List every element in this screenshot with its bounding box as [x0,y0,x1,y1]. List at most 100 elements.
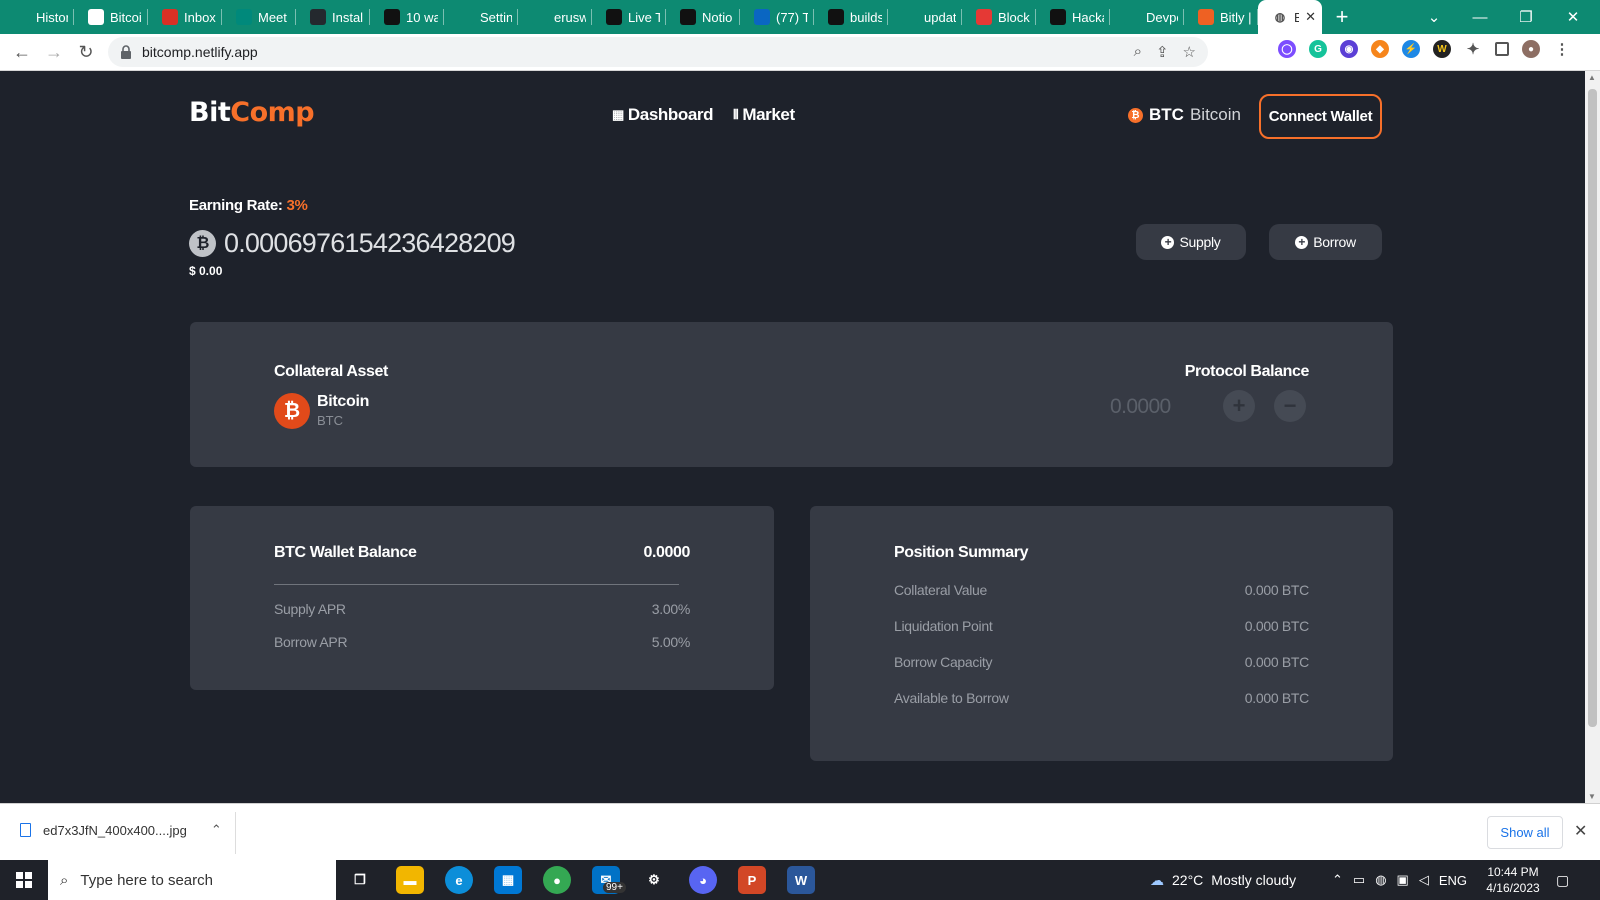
volume-icon[interactable]: ◁ [1419,872,1429,888]
supply-button[interactable]: + Supply [1136,224,1246,260]
collateral-value-label: Collateral Value [894,582,987,598]
devfolio-icon [828,9,844,25]
page-scrollbar[interactable]: ▲ ▼ [1585,71,1600,803]
avatar[interactable]: ● [1522,40,1540,58]
grammarly-icon[interactable]: G [1309,40,1327,58]
coin-selector[interactable]: ₿ BTC Bitcoin [1128,105,1241,125]
close-tab-icon[interactable]: ✕ [1305,9,1316,25]
increase-button[interactable]: + [1223,390,1255,422]
tab-10[interactable]: (77) Tc [740,0,814,34]
notification-icon[interactable]: ▢ [1556,860,1569,900]
chevron-up-icon[interactable]: ⌃ [1332,872,1343,888]
tab-3[interactable]: Meet [222,0,296,34]
download-item[interactable]: ed7x3JfN_400x400....jpg ⌃ [20,822,222,838]
lock-icon[interactable] [120,45,132,59]
decrease-button[interactable]: − [1274,390,1306,422]
tab-2[interactable]: Inbox [148,0,222,34]
tab-15[interactable]: Devpo [1110,0,1184,34]
powerpoint-icon[interactable]: P [738,866,766,894]
tab-13[interactable]: Block! [962,0,1036,34]
tab-7[interactable]: erusw [518,0,592,34]
tab-search-icon[interactable]: ⌄ [1411,0,1457,34]
windows-icon [16,872,32,888]
borrow-button[interactable]: + Borrow [1269,224,1382,260]
scroll-up-icon[interactable]: ▲ [1588,73,1596,82]
bookmark-star-icon[interactable]: ☆ [1183,43,1196,61]
connect-wallet-button[interactable]: Connect Wallet [1259,94,1382,139]
nav-dashboard[interactable]: ▦ Dashboard [612,105,713,125]
tab-4[interactable]: Install [296,0,370,34]
tab-12[interactable]: updat [888,0,962,34]
tab-9[interactable]: Notio [666,0,740,34]
extension-3-icon[interactable]: ◉ [1340,40,1358,58]
show-all-button[interactable]: Show all [1487,816,1563,849]
network-icon[interactable]: ◍ [1375,872,1386,888]
address-bar[interactable]: bitcomp.netlify.app ⌕ ⇪ ☆ [108,37,1208,67]
chevron-up-icon[interactable]: ⌃ [211,822,222,838]
tab-8[interactable]: Live T [592,0,666,34]
task-view-icon[interactable]: ❒ [346,866,374,894]
puzzle-icon[interactable]: ✦ [1464,40,1482,58]
tab-title: Bitcoi [110,9,142,25]
minimize-icon[interactable]: — [1457,0,1503,34]
liquidation-point-value: 0.000 BTC [1244,618,1310,634]
tab-6[interactable]: Settin [444,0,518,34]
document-icon [88,9,104,25]
close-window-icon[interactable]: ✕ [1550,0,1596,34]
forward-icon[interactable]: → [38,36,70,68]
new-tab-button[interactable]: + [1322,4,1362,30]
liquidation-point-label: Liquidation Point [894,618,993,634]
restore-icon[interactable]: ❐ [1503,0,1549,34]
download-file-name: ed7x3JfN_400x400....jpg [43,822,187,838]
tab-0[interactable]: Histor [0,0,74,34]
notion-icon [1050,9,1066,25]
scroll-down-icon[interactable]: ▼ [1588,792,1596,801]
weather-widget[interactable]: ☁ 22°C Mostly cloudy [1150,860,1296,900]
tab-11[interactable]: builds [814,0,888,34]
extension-5-icon[interactable]: ⚡ [1402,40,1420,58]
search-placeholder: Type here to search [80,871,213,889]
extension-1-icon[interactable]: ◯ [1278,40,1296,58]
metamask-icon[interactable]: ◆ [1371,40,1389,58]
asset-symbol: BTC [317,413,343,428]
tab-14[interactable]: Hacka [1036,0,1110,34]
start-button[interactable] [0,860,48,900]
earning-rate-value: 3% [286,197,308,214]
wallet-balance-heading: BTC Wallet Balance [274,544,417,561]
nav-market[interactable]: ⦀ Market [733,105,795,125]
side-panel-icon[interactable] [1495,42,1509,56]
taskbar-search[interactable]: ⌕ Type here to search [48,860,336,900]
divider [235,812,236,854]
menu-icon[interactable]: ⋮ [1553,40,1571,58]
display-icon[interactable]: ▣ [1397,872,1409,888]
bitcoin-icon: ₿ [274,393,310,429]
edge-icon[interactable]: e [445,866,473,894]
scrollbar-thumb[interactable] [1588,89,1597,727]
close-icon[interactable]: ✕ [1574,821,1587,841]
store-icon[interactable]: ▦ [494,866,522,894]
back-icon[interactable]: ← [6,36,38,68]
coin-name: Bitcoin [1189,105,1241,124]
clock-date: 4/16/2023 [1486,881,1540,895]
zoom-icon[interactable]: ⌕ [1134,43,1142,61]
tab-title: erusw [554,9,586,25]
chrome-icon[interactable]: ● [543,866,571,894]
clock[interactable]: 10:44 PM 4/16/2023 [1480,864,1546,896]
extension-6-icon[interactable]: W [1433,40,1451,58]
language-indicator[interactable]: ENG [1439,873,1467,888]
balance-display: ₿ 0.0006976154236428209 [189,228,516,259]
settings-icon[interactable]: ⚙ [640,866,668,894]
word-icon[interactable]: W [787,866,815,894]
tab-active[interactable]: ◍ Bit ✕ [1258,0,1322,34]
tab-16[interactable]: Bitly | [1184,0,1258,34]
divider [274,584,679,585]
discord-icon[interactable]: ◕ [689,866,717,894]
logo[interactable]: BitComp [189,97,315,128]
file-explorer-icon[interactable]: ▬ [396,866,424,894]
tab-1[interactable]: Bitcoi [74,0,148,34]
reload-icon[interactable]: ↻ [70,36,102,68]
tab-5[interactable]: 10 wa [370,0,444,34]
battery-icon[interactable]: ▭ [1353,872,1365,888]
browser-tab-strip: Histor Bitcoi Inbox Meet Install 10 wa Settin e… [0,0,1600,34]
share-icon[interactable]: ⇪ [1156,43,1169,61]
